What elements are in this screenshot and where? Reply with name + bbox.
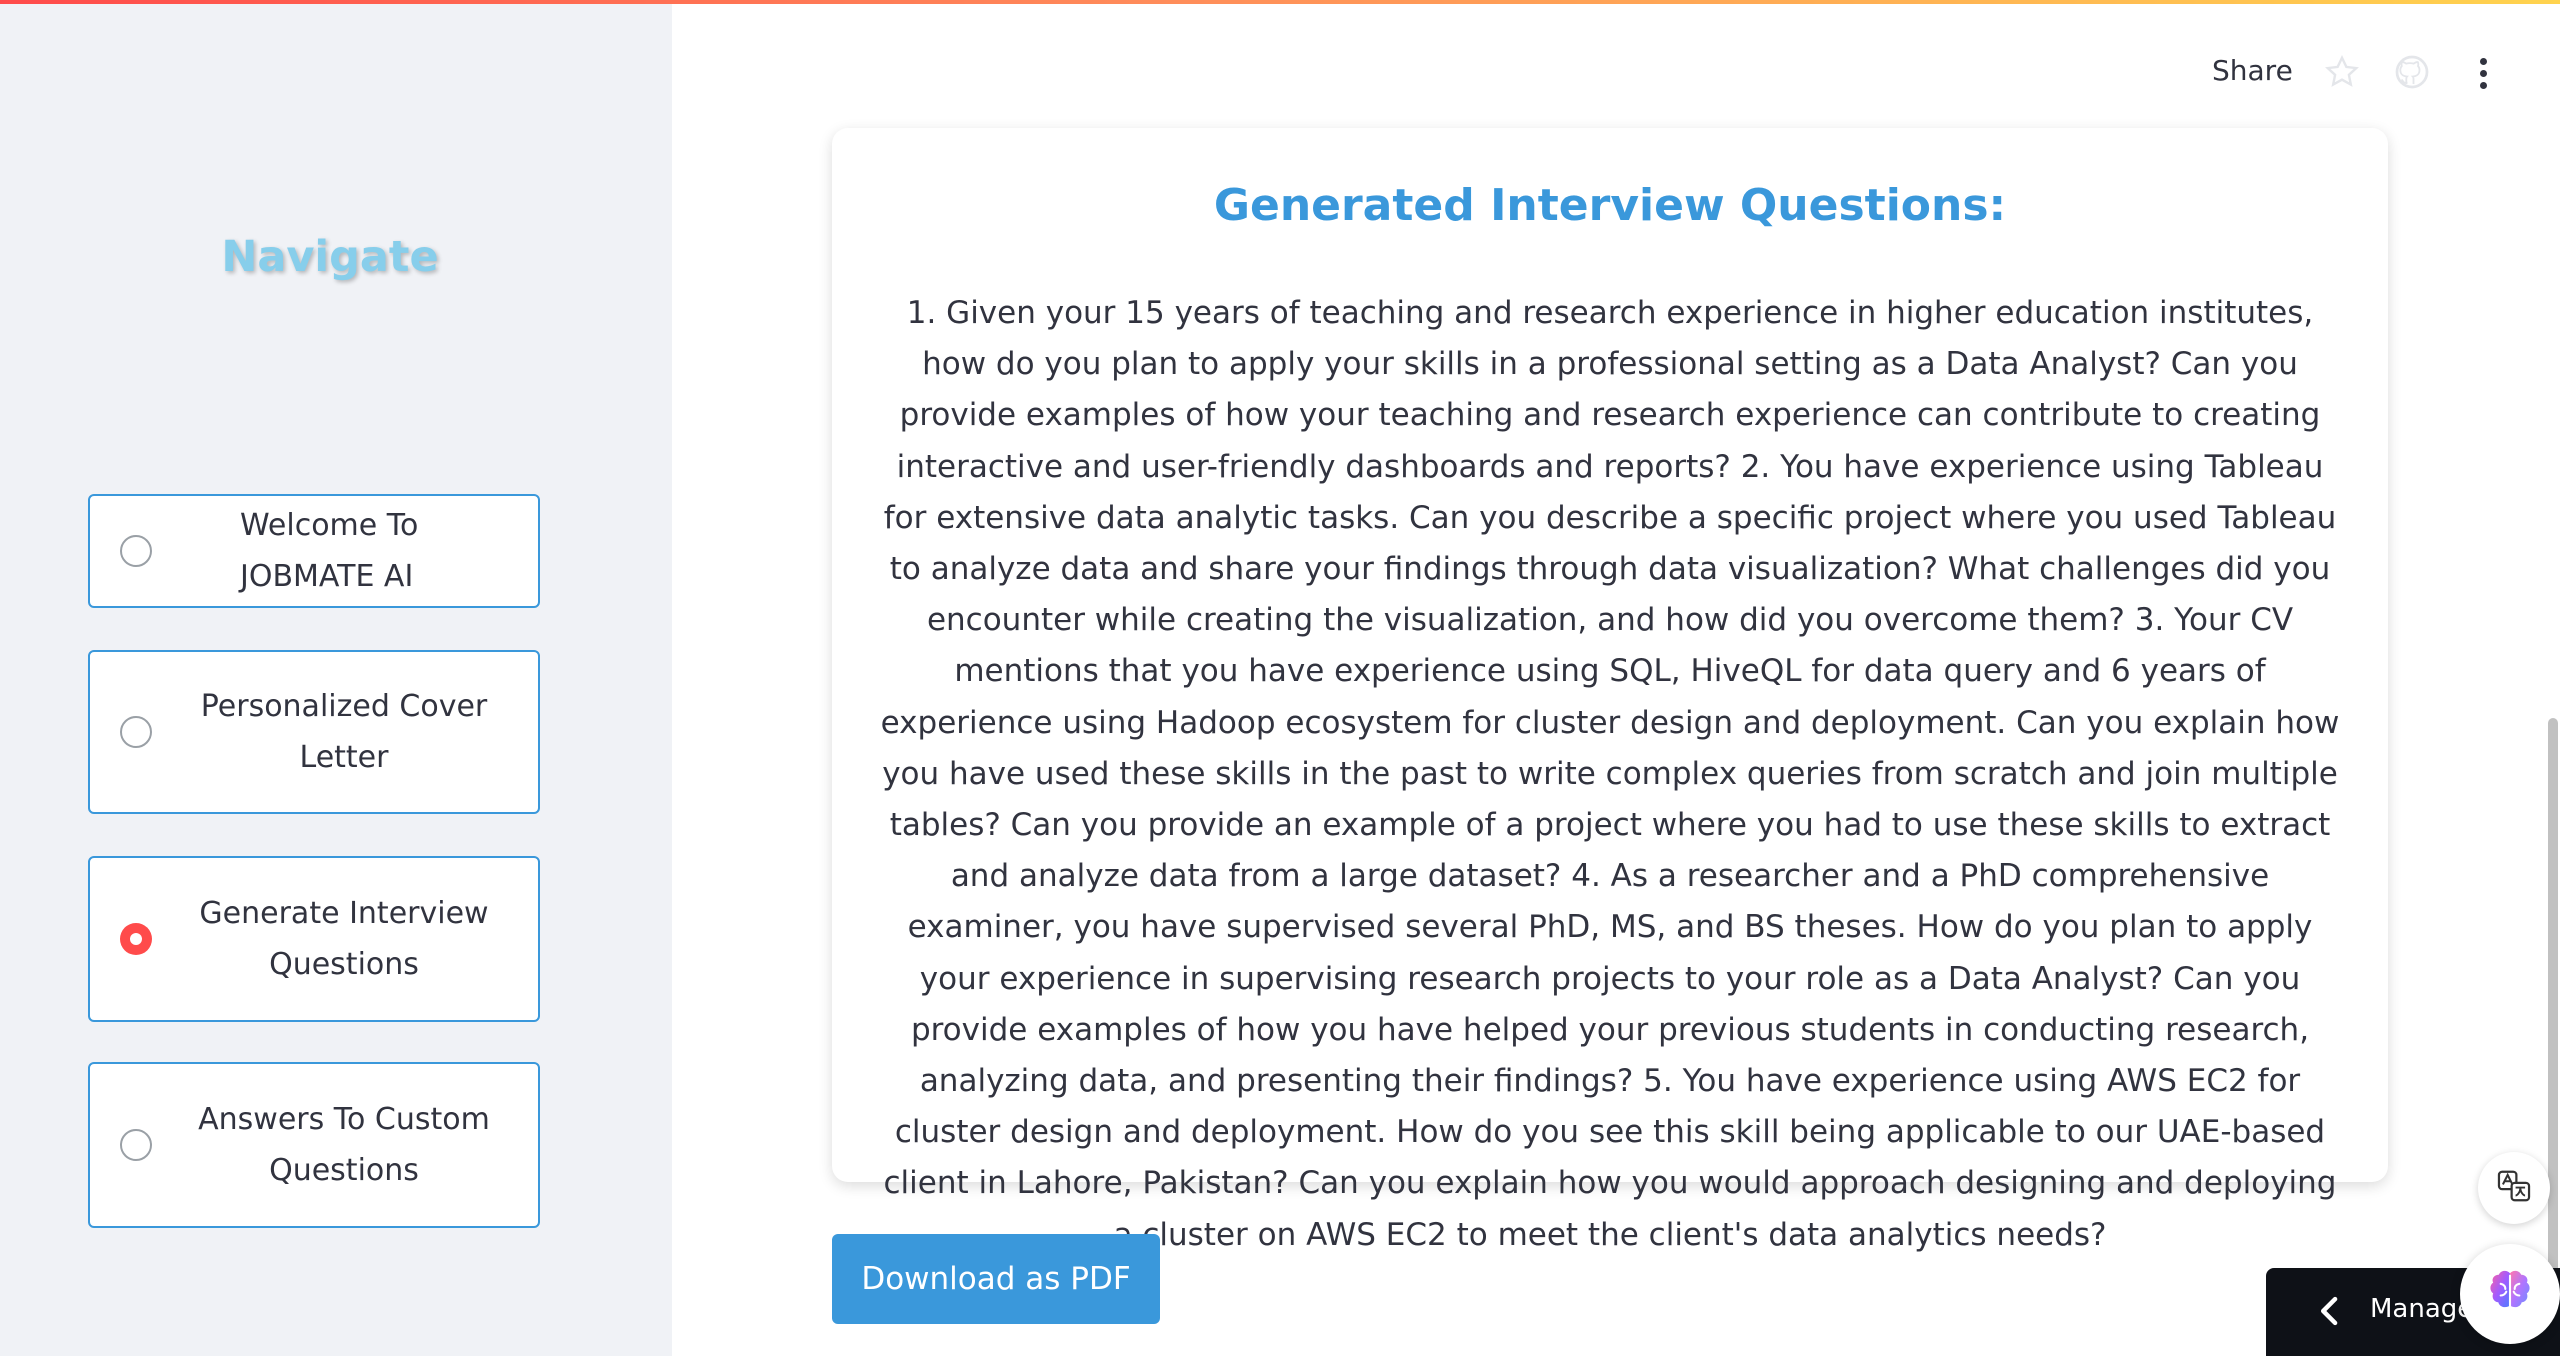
star-icon[interactable] <box>2324 54 2360 90</box>
interview-questions-text: 1. Given your 15 years of teaching and r… <box>880 295 2340 1253</box>
sidebar: Navigate Welcome To JOBMATE AI Personali… <box>0 0 672 1356</box>
sidebar-title: Navigate <box>221 232 439 282</box>
nav-option-label: Answers To Custom Questions <box>198 1102 490 1188</box>
nav-option-cover-letter[interactable]: Personalized Cover Letter <box>88 650 540 814</box>
github-icon[interactable] <box>2394 54 2430 90</box>
more-vertical-icon[interactable] <box>2470 56 2496 90</box>
nav-option-interview-questions[interactable]: Generate Interview Questions <box>88 856 540 1022</box>
brain-icon <box>2482 1264 2538 1324</box>
nav-option-welcome[interactable]: Welcome To JOBMATE AI <box>88 494 540 608</box>
radio-cover-letter[interactable] <box>120 716 152 748</box>
nav-option-label: Personalized Cover Letter <box>200 689 488 775</box>
top-decoration-bar <box>0 0 2560 4</box>
nav-option-label: Welcome To JOBMATE AI <box>240 508 419 594</box>
share-button[interactable]: Share <box>2212 54 2293 87</box>
card-title: Generated Interview Questions: <box>1213 180 2007 231</box>
translate-button[interactable] <box>2478 1152 2550 1224</box>
radio-custom-answers[interactable] <box>120 1129 152 1161</box>
radio-interview-questions[interactable] <box>120 923 152 955</box>
translate-icon <box>2495 1167 2533 1209</box>
ai-assistant-button[interactable] <box>2460 1244 2560 1344</box>
chevron-left-icon[interactable] <box>2316 1294 2344 1328</box>
radio-welcome[interactable] <box>120 535 152 567</box>
nav-option-custom-answers[interactable]: Answers To Custom Questions <box>88 1062 540 1228</box>
download-pdf-button[interactable]: Download as PDF <box>832 1234 1160 1324</box>
nav-option-label: Generate Interview Questions <box>199 896 489 982</box>
interview-questions-card: Generated Interview Questions: 1. Given … <box>832 128 2388 1253</box>
